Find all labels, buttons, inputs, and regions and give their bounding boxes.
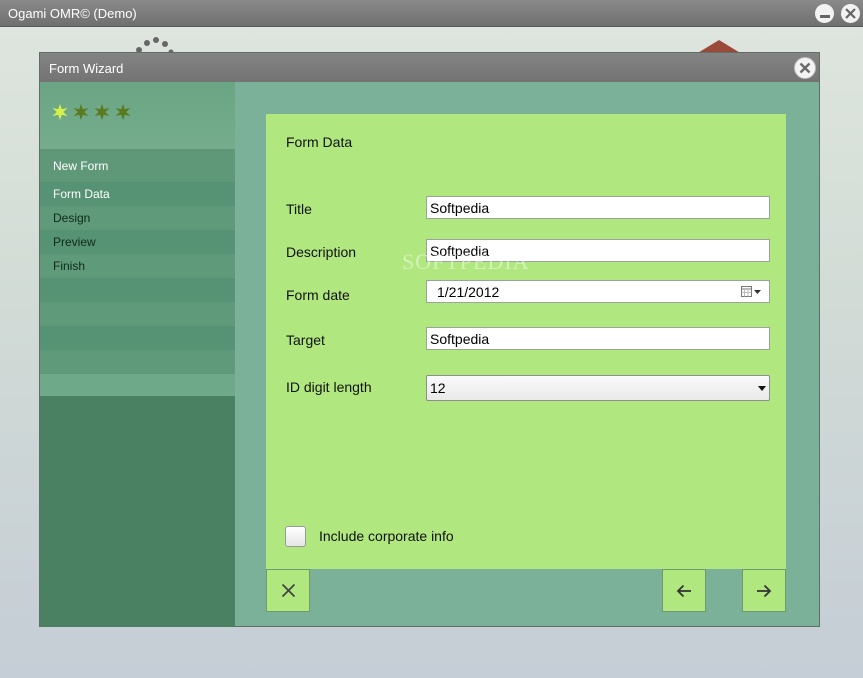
description-label: Description xyxy=(286,244,357,260)
sidebar-item-label: Finish xyxy=(53,259,86,273)
progress-stars xyxy=(52,104,131,120)
id-digit-length-value: 12 xyxy=(430,380,446,396)
sidebar-item-label: Preview xyxy=(53,235,96,249)
sidebar-empty-row xyxy=(40,302,235,326)
sidebar-item-form-data[interactable]: Form Data xyxy=(40,182,235,206)
target-label: Target xyxy=(286,332,325,348)
include-corporate-info-label[interactable]: Include corporate info xyxy=(319,528,454,544)
sidebar-item-design[interactable]: Design xyxy=(40,206,235,230)
star-icon xyxy=(73,104,89,120)
chevron-down-icon xyxy=(754,289,761,294)
form-date-value: 1/21/2012 xyxy=(437,283,500,300)
form-wizard-dialog: Form Wizard New Form Form Data Design Pr… xyxy=(39,52,820,627)
form-date-picker[interactable]: 1/21/2012 xyxy=(426,280,770,303)
wizard-sidebar: New Form Form Data Design Preview Finish xyxy=(40,82,235,627)
back-button[interactable] xyxy=(662,569,706,612)
star-icon xyxy=(94,104,110,120)
form-date-label: Form date xyxy=(286,287,350,303)
sidebar-item-label: Form Data xyxy=(53,187,110,201)
dialog-title: Form Wizard xyxy=(49,61,124,76)
sidebar-item-new-form[interactable]: New Form xyxy=(40,149,235,182)
sidebar-empty-row xyxy=(40,326,235,350)
sidebar-empty-row xyxy=(40,278,235,302)
arrow-left-icon xyxy=(676,584,691,597)
star-active-icon xyxy=(52,104,68,120)
title-label: Title xyxy=(286,201,312,217)
sidebar-item-label: Design xyxy=(53,211,91,225)
sidebar-item-finish[interactable]: Finish xyxy=(40,254,235,278)
sidebar-empty-row xyxy=(40,374,235,396)
id-digit-length-label: ID digit length xyxy=(286,379,372,395)
arrow-right-icon xyxy=(757,584,772,597)
watermark: SOFTPEDIA xyxy=(402,249,530,274)
close-icon xyxy=(845,8,856,19)
app-titlebar: Ogami OMR© (Demo) xyxy=(0,0,863,27)
id-digit-length-select[interactable]: 12 xyxy=(426,375,770,401)
include-corporate-info-checkbox[interactable] xyxy=(285,526,306,547)
dialog-close-button[interactable] xyxy=(794,57,816,79)
chevron-down-icon xyxy=(758,385,766,391)
sidebar-item-preview[interactable]: Preview xyxy=(40,230,235,254)
title-input[interactable] xyxy=(426,196,770,219)
dialog-titlebar: Form Wizard xyxy=(40,53,819,82)
sidebar-item-label: New Form xyxy=(53,158,109,173)
calendar-icon xyxy=(741,286,752,297)
next-button[interactable] xyxy=(742,569,786,612)
app-close-button[interactable] xyxy=(841,4,860,23)
close-icon xyxy=(799,62,811,74)
star-icon xyxy=(115,104,131,120)
minimize-icon xyxy=(819,10,830,18)
minimize-button[interactable] xyxy=(815,4,834,23)
wizard-progress-area xyxy=(40,82,235,149)
cancel-button[interactable] xyxy=(266,569,310,612)
cancel-x-icon xyxy=(281,583,295,598)
calendar-dropdown-button[interactable] xyxy=(741,286,761,297)
sidebar-empty-row xyxy=(40,350,235,374)
target-input[interactable] xyxy=(426,327,770,350)
form-data-panel: Form Data Title Description SOFTPEDIA Fo… xyxy=(266,114,786,569)
app-title: Ogami OMR© (Demo) xyxy=(8,6,137,21)
panel-heading: Form Data xyxy=(286,134,353,150)
